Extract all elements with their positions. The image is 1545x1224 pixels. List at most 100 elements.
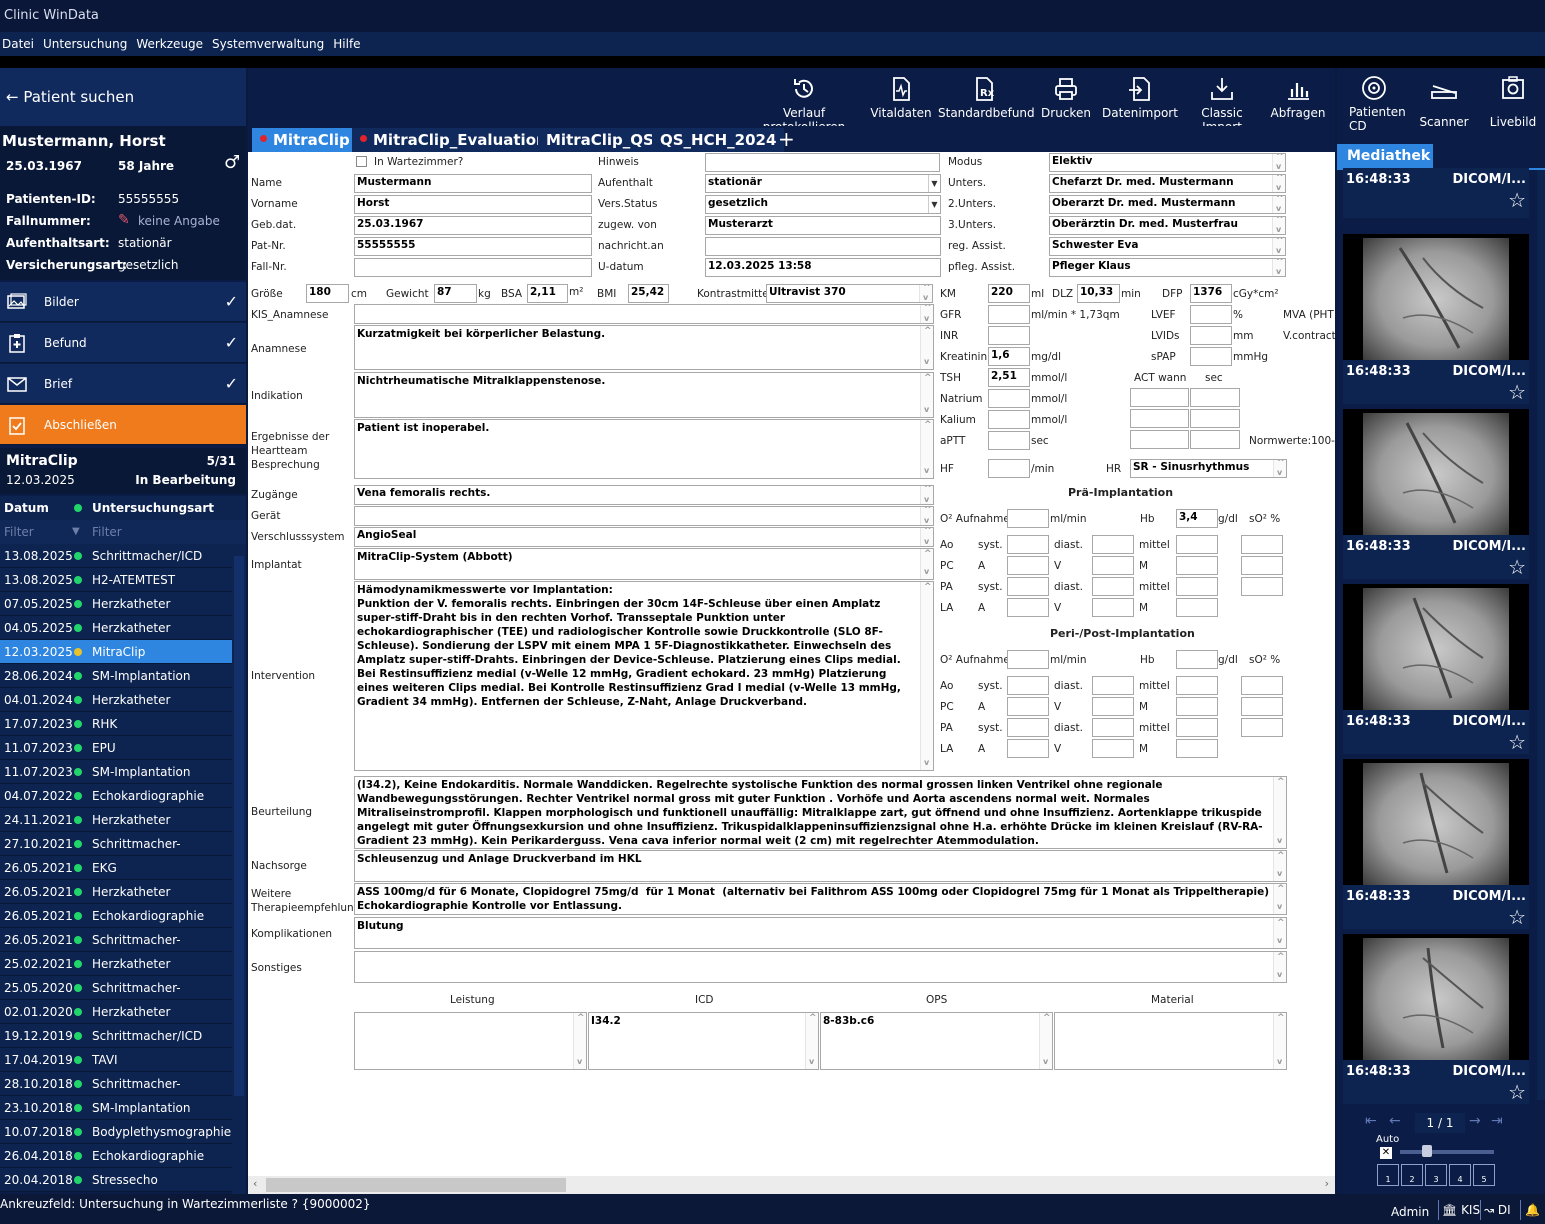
media-thumbnail[interactable]: 16:48:33 DICOM/I... ☆ xyxy=(1343,409,1529,579)
media-thumbnail[interactable]: 16:48:33 DICOM/I... ☆ xyxy=(1343,934,1529,1104)
star-icon[interactable]: ☆ xyxy=(1508,730,1526,754)
star-icon[interactable]: ☆ xyxy=(1508,555,1526,579)
kis-button[interactable]: 🏛 KIS xyxy=(1438,1200,1483,1220)
udatum-field[interactable]: 12.03.2025 13:58 xyxy=(705,258,941,277)
bsa-field[interactable]: 2,11 xyxy=(527,284,568,303)
tab-mitraclip[interactable]: MitraClip xyxy=(252,128,358,152)
hemo-so2-field[interactable] xyxy=(1241,556,1283,575)
menu-hilfe[interactable]: Hilfe xyxy=(331,32,365,56)
exam-row[interactable]: 04.07.2022 Echokardiographie xyxy=(0,784,232,808)
col-date-header[interactable]: Datum xyxy=(4,496,49,520)
hemo-so2-field[interactable] xyxy=(1241,697,1283,716)
hemo-field[interactable] xyxy=(1176,697,1218,716)
exam-row[interactable]: 13.08.2025 Schrittmacher/ICD xyxy=(0,544,232,568)
dlz-field[interactable]: 10,33 xyxy=(1077,284,1120,303)
exam-row[interactable]: 19.12.2019 Schrittmacher/ICD xyxy=(0,1024,232,1048)
hemo-field[interactable] xyxy=(1007,535,1049,554)
di-button[interactable]: ↝ DI xyxy=(1480,1200,1514,1220)
exam-row[interactable]: 02.01.2020 Herzkatheter xyxy=(0,1000,232,1024)
hemo-field[interactable] xyxy=(1176,739,1218,758)
media-thumbnail[interactable]: 16:48:33 DICOM/I... ☆ xyxy=(1343,584,1529,754)
hr-field[interactable]: SR - Sinusrhythmus xyxy=(1130,459,1287,478)
hemo-field[interactable] xyxy=(1176,577,1218,596)
col-type-header[interactable]: Untersuchungsart xyxy=(92,496,214,520)
name-field[interactable]: Mustermann xyxy=(354,174,592,193)
material-field[interactable] xyxy=(1054,1012,1287,1070)
edit-icon[interactable]: ✎ xyxy=(118,212,130,228)
pre-hb-field[interactable]: 3,4 xyxy=(1176,509,1218,528)
media-scrollbar[interactable] xyxy=(1537,170,1545,1100)
exam-row[interactable]: 10.07.2018 Bodyplethysmographie xyxy=(0,1120,232,1144)
exam-row[interactable]: 04.05.2025 Herzkatheter xyxy=(0,616,232,640)
exam-row[interactable]: 28.10.2018Schrittmacher-Kontrolle xyxy=(0,1072,232,1115)
leistung-field[interactable] xyxy=(354,1012,587,1070)
patient-search-button[interactable]: ← Patient suchen xyxy=(0,68,246,126)
unters-field[interactable]: Chefarzt Dr. med. Mustermann xyxy=(1049,174,1286,193)
nav-brief[interactable]: Brief ✓ xyxy=(0,364,246,404)
prev-page-icon[interactable]: ← xyxy=(1389,1113,1401,1129)
verschluss-field[interactable]: AngioSeal xyxy=(354,527,934,547)
hemo-field[interactable] xyxy=(1007,739,1049,758)
natrium-field[interactable] xyxy=(988,389,1030,408)
layout-button[interactable]: 4 xyxy=(1449,1164,1471,1186)
unters2-field[interactable]: Oberarzt Dr. med. Mustermann xyxy=(1049,195,1286,214)
exam-row[interactable]: 26.05.2021 EKG xyxy=(0,856,232,880)
spap-field[interactable] xyxy=(1190,347,1232,366)
geraet-field[interactable] xyxy=(354,506,934,526)
weitere-field[interactable]: ASS 100mg/d für 6 Monate, Clopidogrel 75… xyxy=(354,883,1287,915)
exam-row[interactable]: 27.10.2021Schrittmacher-Kontrolle xyxy=(0,832,232,875)
icd-field[interactable]: I34.2 xyxy=(588,1012,819,1070)
komplikationen-field[interactable]: Blutung xyxy=(354,917,1287,949)
fallnr-field[interactable] xyxy=(354,258,592,277)
nav-bilder[interactable]: Bilder ✓ xyxy=(0,282,246,322)
act-time-field[interactable] xyxy=(1130,430,1189,449)
hemo-field[interactable] xyxy=(1007,556,1049,575)
aptt-field[interactable] xyxy=(988,431,1030,450)
verlauf-protokollieren-button[interactable]: Verlauf protokollieren xyxy=(746,72,862,134)
dfp-field[interactable]: 1376 xyxy=(1190,284,1232,303)
hemo-field[interactable] xyxy=(1092,535,1134,554)
hemo-so2-field[interactable] xyxy=(1241,577,1283,596)
act-time-field[interactable] xyxy=(1130,409,1189,428)
lvids-field[interactable] xyxy=(1190,326,1232,345)
add-tab-button[interactable]: + xyxy=(778,126,795,152)
star-icon[interactable]: ☆ xyxy=(1508,188,1526,212)
vitaldaten-button[interactable]: Vitaldaten xyxy=(870,72,932,120)
hemo-so2-field[interactable] xyxy=(1241,535,1283,554)
groesse-field[interactable]: 180 xyxy=(306,284,349,303)
tab-mitraclip-qs[interactable]: MitraClip_QS xyxy=(538,128,662,152)
classic-import-button[interactable]: Classic Import xyxy=(1182,72,1262,134)
zugew-field[interactable]: Musterarzt xyxy=(705,216,941,235)
star-icon[interactable]: ☆ xyxy=(1508,380,1526,404)
hemo-so2-field[interactable] xyxy=(1241,718,1283,737)
form-scroll-thumb[interactable] xyxy=(266,1178,566,1192)
scanner-button[interactable]: Scanner xyxy=(1417,74,1471,129)
datenimport-button[interactable]: Datenimport xyxy=(1102,72,1178,120)
zugaenge-field[interactable]: Vena femoralis rechts. xyxy=(354,485,934,505)
media-thumbnail[interactable]: 16:48:33 DICOM/I... ☆ xyxy=(1343,234,1529,404)
exam-row[interactable]: 11.07.2023 SM-Implantation xyxy=(0,760,232,784)
act-time-field[interactable] xyxy=(1130,388,1189,407)
hf-field[interactable] xyxy=(988,459,1030,478)
post-o2-field[interactable] xyxy=(1007,650,1049,669)
exam-row[interactable]: 04.01.2024 Herzkatheter xyxy=(0,688,232,712)
kontrastmittel-field[interactable]: Ultravist 370 xyxy=(766,284,933,303)
layout-button[interactable]: 2 xyxy=(1401,1164,1423,1186)
implantat-field[interactable]: MitraClip-System (Abbott) xyxy=(354,548,934,580)
inr-field[interactable] xyxy=(988,326,1030,345)
menu-werkzeuge[interactable]: Werkzeuge xyxy=(134,32,208,56)
layout-button[interactable]: 1 xyxy=(1377,1164,1399,1186)
hemo-field[interactable] xyxy=(1092,577,1134,596)
hemo-field[interactable] xyxy=(1176,598,1218,617)
hemo-field[interactable] xyxy=(1092,556,1134,575)
filter-icon[interactable]: ▼ xyxy=(72,520,80,544)
last-page-icon[interactable]: ⇥ xyxy=(1491,1113,1503,1129)
hemo-field[interactable] xyxy=(1007,577,1049,596)
speed-slider-handle[interactable] xyxy=(1422,1145,1432,1157)
aufenthalt-select[interactable]: stationär ▼ xyxy=(705,174,941,193)
hemo-so2-field[interactable] xyxy=(1241,676,1283,695)
exam-row[interactable]: 20.04.2018 Stressecho xyxy=(0,1168,232,1192)
hinweis-field[interactable] xyxy=(705,153,940,172)
hemo-field[interactable] xyxy=(1176,535,1218,554)
exam-row[interactable]: 26.05.2021Schrittmacher-Kontrolle xyxy=(0,928,232,971)
